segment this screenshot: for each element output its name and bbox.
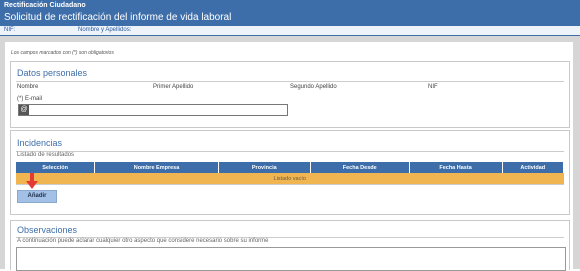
section-title-observaciones: Observaciones xyxy=(17,225,78,235)
observaciones-textarea[interactable] xyxy=(16,247,566,271)
section-title-personal: Datos personales xyxy=(17,68,88,78)
name-label: Nombre y Apellidos: xyxy=(78,27,132,33)
app-header: Rectificación Ciudadano Solicitud de rec… xyxy=(0,0,580,26)
column-fecha-desde[interactable]: Fecha Desde xyxy=(310,162,410,173)
column-seleccion[interactable]: Selección xyxy=(16,162,96,173)
column-fecha-hasta[interactable]: Fecha Hasta xyxy=(409,162,503,173)
empty-list-message: Listado vacío xyxy=(16,173,564,185)
app-name: Rectificación Ciudadano xyxy=(4,2,86,9)
field-nif: NIF xyxy=(428,84,438,90)
page-title: Solicitud de rectificación del informe d… xyxy=(4,12,232,23)
table-row: Listado vacío xyxy=(16,173,564,185)
personal-data-section: Datos personales xyxy=(10,61,570,128)
column-actividad[interactable]: Actividad xyxy=(502,162,564,173)
mandatory-note: Los campos marcados con (*) son obligato… xyxy=(11,50,114,56)
section-divider xyxy=(16,81,564,82)
section-divider xyxy=(16,151,564,152)
incidencias-table: Selección Nombre Empresa Provincia Fecha… xyxy=(16,162,564,185)
observaciones-help: A continuación puede aclarar cualquier o… xyxy=(17,238,269,244)
column-provincia[interactable]: Provincia xyxy=(218,162,311,173)
section-title-incidencias: Incidencias xyxy=(17,138,63,148)
at-icon: @ xyxy=(19,105,29,115)
table-header-row: Selección Nombre Empresa Provincia Fecha… xyxy=(16,162,564,173)
email-field[interactable]: @ xyxy=(18,104,288,116)
nif-label: NIF: xyxy=(4,27,16,33)
field-primer-apellido: Primer Apellido xyxy=(153,84,194,90)
field-nombre: Nombre xyxy=(17,84,39,90)
column-nombre-empresa[interactable]: Nombre Empresa xyxy=(94,162,219,173)
email-label: (*) E-mail xyxy=(17,96,42,102)
add-button[interactable]: Añadir xyxy=(17,190,57,203)
user-info-bar: NIF: Nombre y Apellidos: xyxy=(0,26,580,36)
field-segundo-apellido: Segundo Apellido xyxy=(290,84,337,90)
results-list-label: Listado de resultados xyxy=(17,152,75,158)
